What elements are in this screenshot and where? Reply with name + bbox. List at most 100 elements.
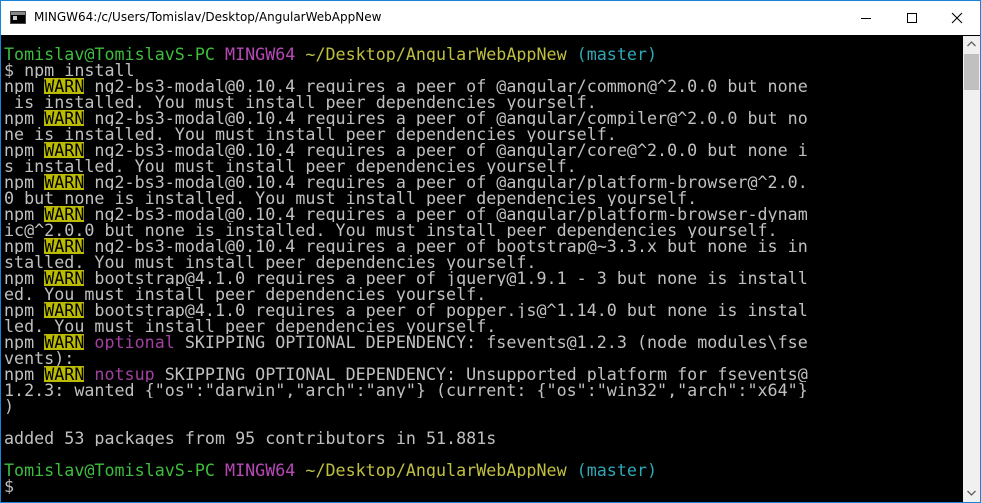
terminal-output[interactable]: Tomislav@TomislavS-PC MINGW64 ~/Desktop/… xyxy=(4,46,964,494)
terminal-line: vents): xyxy=(4,350,964,366)
terminal-text: npm xyxy=(4,270,45,286)
minimize-icon xyxy=(861,18,871,19)
terminal-line: npm WARN bootstrap@4.1.0 requires a peer… xyxy=(4,302,964,318)
terminal-text: ic@^2.0.0 but none is installed. You mus… xyxy=(4,222,778,238)
scroll-up-button[interactable] xyxy=(963,36,980,53)
terminal-text: $ npm install xyxy=(4,62,135,78)
warn-badge: WARN xyxy=(44,238,85,254)
warn-badge: WARN xyxy=(44,302,85,318)
terminal-line: 0 but none is installed. You must instal… xyxy=(4,190,964,206)
warn-badge: WARN xyxy=(44,270,85,286)
close-button[interactable] xyxy=(934,1,980,35)
terminal-text: (master) xyxy=(576,462,658,478)
warn-badge: WARN xyxy=(44,78,85,94)
terminal-line: npm WARN bootstrap@4.1.0 requires a peer… xyxy=(4,270,964,286)
terminal-text: npm xyxy=(4,142,45,158)
terminal-line: led. You must install peer dependencies … xyxy=(4,318,964,334)
terminal-text: vents): xyxy=(4,350,75,366)
terminal-text: npm xyxy=(4,238,45,254)
terminal-text: optional xyxy=(94,334,175,350)
terminal-text: ~/Desktop/AngularWebAppNew xyxy=(305,462,567,478)
terminal-text: ~/Desktop/AngularWebAppNew xyxy=(305,46,567,62)
terminal-text: is installed. You must install peer depe… xyxy=(4,94,597,110)
terminal-text: npm xyxy=(4,334,45,350)
terminal-text: 1.2.3: wanted {"os":"darwin","arch":"any… xyxy=(4,382,808,398)
terminal-line: npm WARN ng2-bs3-modal@0.10.4 requires a… xyxy=(4,238,964,254)
terminal-line: s installed. You must install peer depen… xyxy=(4,158,964,174)
terminal-line: npm WARN ng2-bs3-modal@0.10.4 requires a… xyxy=(4,78,964,94)
window-title: MINGW64:/c/Users/Tomislav/Desktop/Angula… xyxy=(34,10,382,24)
terminal-text: ) xyxy=(4,398,15,414)
terminal-text: led. You must install peer dependencies … xyxy=(4,318,497,334)
terminal-line: npm WARN ng2-bs3-modal@0.10.4 requires a… xyxy=(4,110,964,126)
scrollbar-thumb[interactable] xyxy=(964,54,979,90)
terminal-text: ng2-bs3-modal@0.10.4 requires a peer of … xyxy=(84,142,808,158)
terminal-text: notsup xyxy=(94,366,155,382)
terminal-text: npm xyxy=(4,366,45,382)
warn-badge: WARN xyxy=(44,206,85,222)
terminal-text: SKIPPING OPTIONAL DEPENDENCY: fsevents@1… xyxy=(174,334,808,350)
terminal-line: ed. You must install peer dependencies y… xyxy=(4,286,964,302)
terminal-text: npm xyxy=(4,206,45,222)
terminal-text: npm xyxy=(4,174,45,190)
terminal-line: ic@^2.0.0 but none is installed. You mus… xyxy=(4,222,964,238)
terminal-window: MINGW64:/c/Users/Tomislav/Desktop/Angula… xyxy=(0,0,981,503)
terminal-line: npm WARN ng2-bs3-modal@0.10.4 requires a… xyxy=(4,174,964,190)
close-icon xyxy=(951,12,963,24)
warn-badge: WARN xyxy=(44,174,85,190)
terminal-text: bootstrap@4.1.0 requires a peer of jquer… xyxy=(84,270,808,286)
terminal-text: MINGW64 xyxy=(225,46,296,62)
terminal-line: Tomislav@TomislavS-PC MINGW64 ~/Desktop/… xyxy=(4,46,964,62)
terminal-line: stalled. You must install peer dependenc… xyxy=(4,254,964,270)
title-bar[interactable]: MINGW64:/c/Users/Tomislav/Desktop/Angula… xyxy=(1,1,980,35)
terminal-line: npm WARN ng2-bs3-modal@0.10.4 requires a… xyxy=(4,142,964,158)
minimize-button[interactable] xyxy=(843,1,889,35)
terminal-text: 0 but none is installed. You must instal… xyxy=(4,190,698,206)
terminal-text: ng2-bs3-modal@0.10.4 requires a peer of … xyxy=(84,110,808,126)
terminal-text: ng2-bs3-modal@0.10.4 requires a peer of … xyxy=(84,174,808,190)
terminal-line: $ xyxy=(4,478,964,494)
terminal-line: added 53 packages from 95 contributors i… xyxy=(4,430,964,446)
terminal-text: ne is installed. You must install peer d… xyxy=(4,126,617,142)
terminal-text: ng2-bs3-modal@0.10.4 requires a peer of … xyxy=(84,206,808,222)
terminal-line: ne is installed. You must install peer d… xyxy=(4,126,964,142)
terminal-text: $ xyxy=(4,478,25,494)
terminal-line: npm WARN optional SKIPPING OPTIONAL DEPE… xyxy=(4,334,964,350)
terminal-line: Tomislav@TomislavS-PC MINGW64 ~/Desktop/… xyxy=(4,462,964,478)
terminal-line: npm WARN ng2-bs3-modal@0.10.4 requires a… xyxy=(4,206,964,222)
terminal-line: npm WARN notsup SKIPPING OPTIONAL DEPEND… xyxy=(4,366,964,382)
terminal-line: is installed. You must install peer depe… xyxy=(4,94,964,110)
terminal-text: s installed. You must install peer depen… xyxy=(4,158,577,174)
terminal-text: added 53 packages from 95 contributors i… xyxy=(4,430,497,446)
terminal-icon[interactable] xyxy=(10,11,26,24)
warn-badge: WARN xyxy=(44,142,85,158)
maximize-icon xyxy=(907,13,917,23)
terminal-text: ng2-bs3-modal@0.10.4 requires a peer of … xyxy=(84,238,808,254)
terminal-text: ed. You must install peer dependencies y… xyxy=(4,286,487,302)
terminal-text: Tomislav@TomislavS-PC xyxy=(4,462,215,478)
scroll-down-button[interactable] xyxy=(963,485,980,502)
scroll-down-arrow-icon xyxy=(967,490,976,496)
vertical-scrollbar[interactable] xyxy=(963,36,980,502)
warn-badge: WARN xyxy=(44,334,85,350)
maximize-button[interactable] xyxy=(889,1,935,35)
terminal-text: SKIPPING OPTIONAL DEPENDENCY: Unsupporte… xyxy=(154,366,808,382)
terminal-text: npm xyxy=(4,302,45,318)
terminal-line: ) xyxy=(4,398,964,414)
terminal-text: Tomislav@TomislavS-PC xyxy=(4,46,215,62)
terminal-text: stalled. You must install peer dependenc… xyxy=(4,254,537,270)
terminal-line: $ npm install xyxy=(4,62,964,78)
terminal-text: npm xyxy=(4,78,45,94)
terminal-text: (master) xyxy=(576,46,658,62)
warn-badge: WARN xyxy=(44,366,85,382)
terminal-text: ng2-bs3-modal@0.10.4 requires a peer of … xyxy=(84,78,808,94)
terminal-text: bootstrap@4.1.0 requires a peer of poppe… xyxy=(84,302,808,318)
